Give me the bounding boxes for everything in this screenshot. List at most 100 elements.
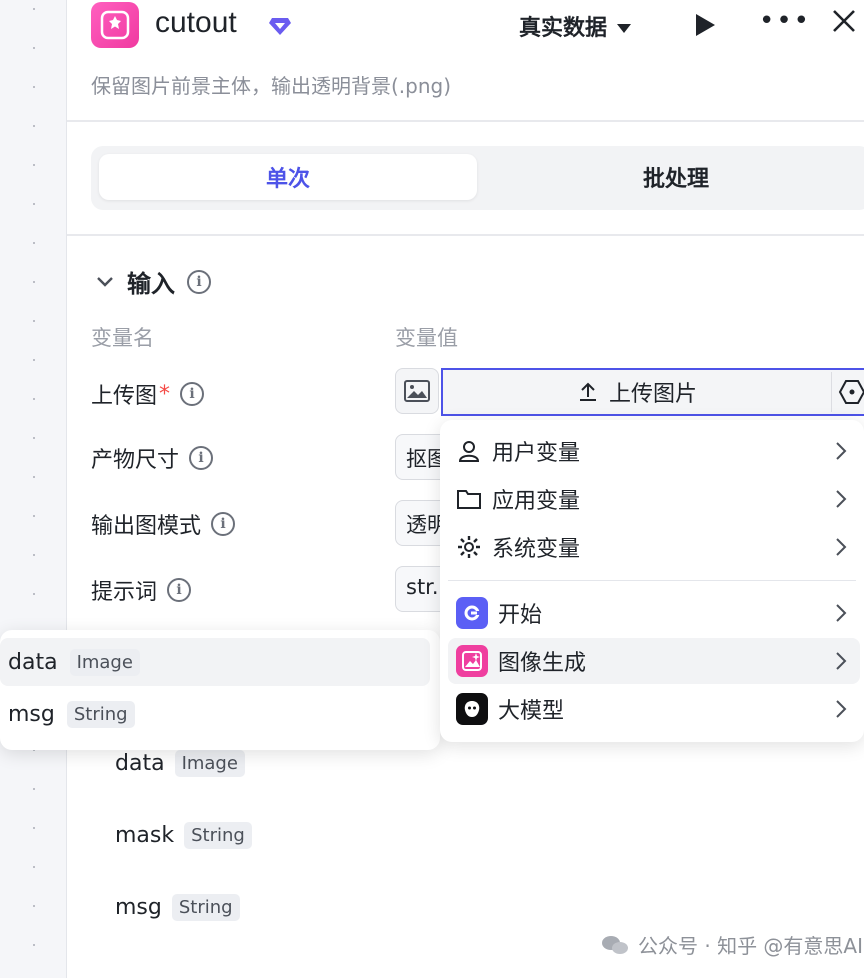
canvas-dot [33, 8, 35, 10]
type-badge: Image [69, 648, 140, 676]
canvas-dot [33, 515, 35, 517]
output-item: data Image [115, 750, 245, 777]
param-name: 输出图模式 [91, 514, 202, 539]
output-name: msg [115, 895, 162, 920]
divider [67, 234, 864, 236]
tab-single[interactable]: 单次 [99, 154, 477, 200]
info-icon[interactable]: i [211, 512, 236, 536]
var-name: data [8, 649, 58, 675]
param-name: 产物尺寸 [91, 448, 180, 473]
column-header-name: 变量名 [91, 326, 154, 350]
menu-item-label: 开始 [498, 603, 543, 628]
run-mode-tabs: 单次 批处理 [91, 146, 864, 210]
chevron-down-icon [97, 276, 113, 287]
user-icon [458, 441, 480, 462]
menu-item-node-start[interactable]: 开始 [448, 590, 860, 636]
cutout-plugin-icon [91, 2, 139, 48]
info-icon[interactable]: i [180, 382, 205, 406]
output-item: mask String [115, 822, 252, 849]
canvas-dot [33, 398, 35, 400]
var-name: msg [8, 701, 55, 727]
gear-icon [458, 536, 480, 558]
plugin-description: 保留图片前景主体，输出透明背景(.png) [91, 74, 452, 98]
canvas-dot [33, 788, 35, 790]
upload-label: 上传图片 [609, 382, 698, 407]
param-label-size: 产物尺寸 i [91, 442, 214, 474]
menu-divider [448, 580, 856, 581]
output-name: data [115, 751, 165, 776]
tab-batch[interactable]: 批处理 [487, 154, 864, 200]
canvas-dot [33, 866, 35, 868]
variable-source-menu: 用户变量 应用变量 系统变量 开始 图像生成 大模型 [440, 420, 864, 742]
menu-item-system-variables[interactable]: 系统变量 [448, 524, 860, 570]
submenu-item-data[interactable]: data Image [0, 638, 430, 686]
input-section-header[interactable]: 输入 i [95, 264, 211, 299]
data-mode-label: 真实数据 [519, 16, 608, 41]
param-name: 上传图 [91, 384, 158, 409]
run-play-icon[interactable] [693, 12, 717, 38]
menu-item-label: 图像生成 [498, 651, 587, 676]
canvas-dot [33, 281, 35, 283]
more-options-icon[interactable]: ••• [759, 6, 811, 36]
menu-item-label: 用户变量 [492, 441, 581, 466]
canvas-dot [33, 320, 35, 322]
chevron-right-icon [836, 700, 847, 718]
canvas-dot [33, 47, 35, 49]
menu-item-app-variables[interactable]: 应用变量 [448, 476, 860, 522]
image-icon [404, 380, 430, 402]
canvas-dot [33, 476, 35, 478]
canvas-dot [33, 905, 35, 907]
image-type-button[interactable] [395, 368, 439, 414]
type-badge: String [66, 700, 135, 728]
type-badge: Image [174, 750, 245, 777]
param-name: 提示词 [91, 580, 158, 605]
section-title: 输入 [127, 270, 175, 298]
canvas-dot-rail [0, 0, 66, 978]
param-label-output-mode: 输出图模式 i [91, 508, 236, 540]
watermark: 公众号 · 知乎 @有意思AI [600, 930, 863, 959]
variable-ref-icon[interactable] [831, 372, 864, 412]
canvas-dot [33, 203, 35, 205]
submenu-item-msg[interactable]: msg String [0, 690, 430, 738]
menu-item-node-llm[interactable]: 大模型 [448, 686, 860, 732]
upload-icon [580, 382, 596, 401]
canvas-dot [33, 944, 35, 946]
info-icon[interactable]: i [167, 578, 192, 602]
image-gen-node-icon [456, 645, 488, 677]
type-badge: String [171, 894, 240, 921]
column-header-value: 变量值 [395, 326, 458, 350]
node-output-submenu: data Image msg String [0, 630, 440, 750]
canvas-dot [33, 554, 35, 556]
menu-item-node-image-gen[interactable]: 图像生成 [448, 638, 860, 684]
upload-image-button[interactable]: 上传图片 [441, 368, 864, 416]
menu-item-user-variables[interactable]: 用户变量 [448, 428, 860, 474]
chevron-right-icon [836, 538, 847, 556]
chevron-down-icon [617, 23, 632, 33]
canvas-dot [33, 359, 35, 361]
chevron-right-icon [836, 652, 847, 670]
close-icon[interactable] [831, 8, 857, 34]
canvas-dot [33, 86, 35, 88]
info-icon[interactable]: i [187, 269, 211, 294]
canvas-dot [33, 242, 35, 244]
chevron-right-icon [836, 442, 847, 460]
output-name: mask [115, 823, 175, 848]
canvas-dot [33, 125, 35, 127]
chevron-right-icon [836, 604, 847, 622]
divider [67, 120, 864, 122]
required-mark: * [159, 381, 171, 407]
canvas-dot [33, 593, 35, 595]
menu-item-label: 应用变量 [492, 489, 581, 514]
output-item: msg String [115, 894, 240, 921]
folder-icon [457, 490, 481, 509]
chevron-right-icon [836, 490, 847, 508]
premium-gem-icon [269, 18, 291, 35]
type-badge: String [184, 822, 252, 849]
data-mode-select[interactable]: 真实数据 [519, 10, 632, 42]
canvas-dot [33, 164, 35, 166]
info-icon[interactable]: i [189, 446, 214, 470]
start-node-icon [456, 597, 488, 629]
wechat-icon [602, 935, 628, 954]
canvas-dot [33, 827, 35, 829]
llm-node-icon [456, 693, 488, 725]
